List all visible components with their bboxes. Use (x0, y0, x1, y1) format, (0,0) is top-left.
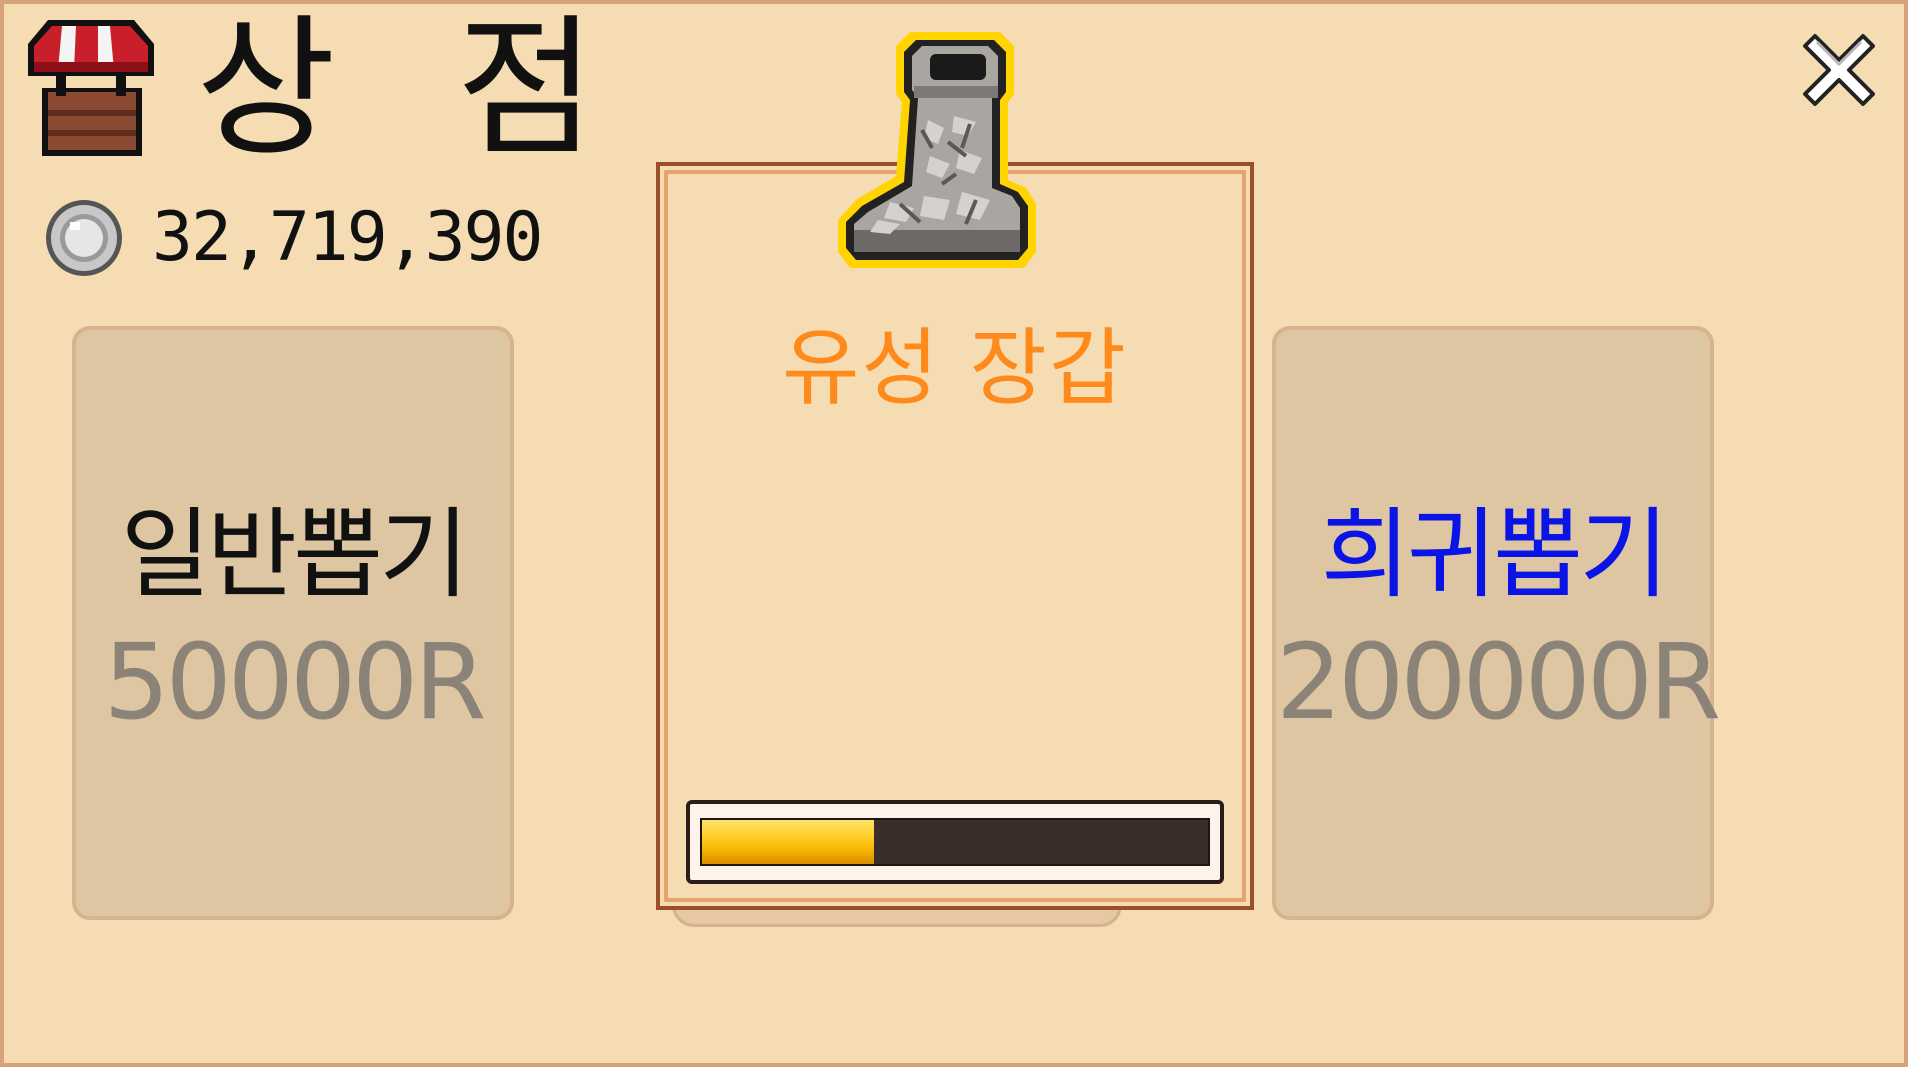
shop-awning-icon (28, 20, 154, 156)
reward-item-name: 유성 장갑 (782, 319, 1128, 417)
rare-draw-button[interactable]: 희귀뽑기 200000R (1272, 326, 1721, 920)
normal-draw-label: 일반뽑기 (120, 498, 470, 612)
silver-coin-icon (46, 200, 122, 276)
rare-draw-price: 200000R (1276, 621, 1721, 743)
draw-progress-bar (686, 800, 1224, 884)
progress-track (700, 818, 1210, 866)
close-x-icon[interactable] (1803, 32, 1875, 108)
coin-balance: 32,719,390 (152, 198, 543, 277)
normal-draw-price: 50000R (103, 621, 486, 743)
progress-fill (702, 820, 875, 864)
page-title: 상 점 (196, 0, 632, 177)
stone-boot-icon (838, 32, 1036, 268)
rare-draw-label: 희귀뽑기 (1320, 498, 1670, 612)
normal-draw-button[interactable]: 일반뽑기 50000R (72, 326, 514, 920)
